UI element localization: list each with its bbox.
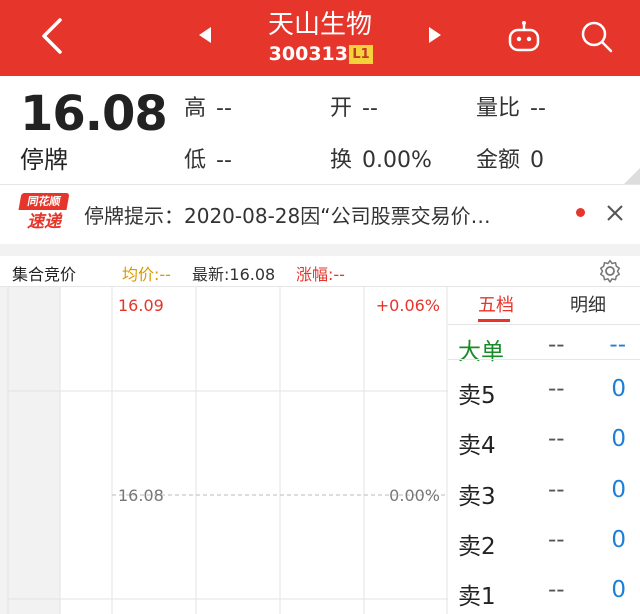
high-value: -- [216, 96, 232, 121]
row-volume: 0 [611, 527, 626, 553]
search-icon[interactable] [580, 20, 614, 54]
volume-ratio-field: 量比 -- [476, 90, 546, 122]
row-volume: 0 [611, 376, 626, 402]
latest-price: 最新:16.08 [192, 265, 276, 284]
trading-status: 停牌 [20, 146, 68, 174]
ask-5-row: 卖5 -- 0 [448, 366, 640, 416]
row-label: 大单 [458, 339, 504, 365]
auction-mode: 集合竞价 [12, 265, 77, 284]
ask-4-row: 卖4 -- 0 [448, 416, 640, 466]
open-label: 开 [330, 96, 353, 121]
turnover-label: 换 [330, 148, 353, 173]
row-price: -- [548, 527, 565, 553]
row-price: -- [548, 426, 565, 452]
title-bar: 天山生物 300313 L1 [0, 0, 640, 76]
amount-label: 金额 [476, 148, 521, 173]
row-label: 卖2 [458, 534, 496, 560]
row-volume: -- [609, 332, 626, 358]
chart-grid [7, 287, 448, 614]
tab-detail[interactable]: 明细 [570, 291, 606, 317]
axis-mid-price: 16.08 [118, 486, 164, 505]
unread-dot-icon [576, 208, 585, 217]
notice-text[interactable]: 停牌提示：2020-08-28因“公司股票交易价… [84, 200, 574, 229]
next-stock-icon[interactable] [429, 27, 441, 43]
level-badge: L1 [349, 45, 373, 64]
tab-five-levels[interactable]: 五档 [478, 291, 514, 317]
axis-top-price: 16.09 [118, 296, 164, 315]
expand-corner-icon[interactable] [624, 168, 640, 184]
close-icon[interactable] [606, 204, 624, 222]
row-volume: 0 [611, 426, 626, 452]
row-price: -- [548, 332, 565, 358]
divider [448, 359, 640, 360]
low-value: -- [216, 148, 232, 173]
row-volume: 0 [611, 477, 626, 503]
amount-field: 金额 0 [476, 142, 544, 174]
open-field: 开 -- [330, 90, 378, 122]
high-label: 高 [184, 96, 207, 121]
ask-3-row: 卖3 -- 0 [448, 467, 640, 517]
news-logo: 同花顺 速递 [18, 193, 70, 235]
axis-top-percent: +0.06% [376, 296, 440, 315]
stock-name: 天山生物 [267, 10, 372, 40]
auction-area [0, 287, 60, 614]
row-price: -- [548, 477, 565, 503]
previous-stock-icon[interactable] [199, 27, 211, 43]
stock-code: 300313 [268, 43, 348, 65]
row-label: 卖1 [458, 584, 496, 610]
quote-panel: 16.08 停牌 高 -- 开 -- 量比 -- 低 -- 换 0.00% 金额 0 [0, 76, 640, 184]
current-price: 16.08 [20, 86, 168, 142]
row-price: -- [548, 376, 565, 402]
big-order-row: 大单 -- -- [448, 322, 640, 372]
suspension-notice[interactable]: 同花顺 速递 停牌提示：2020-08-28因“公司股票交易价… [0, 184, 640, 244]
turnover-value: 0.00% [362, 148, 432, 173]
volume-ratio-value: -- [530, 96, 546, 121]
turnover-field: 换 0.00% [330, 142, 432, 174]
low-field: 低 -- [184, 142, 232, 174]
logo-bottom-text: 速递 [27, 212, 61, 232]
low-label: 低 [184, 148, 207, 173]
robot-assistant-icon[interactable] [506, 20, 542, 54]
ask-2-row: 卖2 -- 0 [448, 517, 640, 567]
high-field: 高 -- [184, 90, 232, 122]
auction-info-bar: 集合竞价 均价:-- 最新:16.08 涨幅:-- [0, 256, 640, 286]
change-percent: 涨幅:-- [296, 265, 345, 284]
row-price: -- [548, 577, 565, 603]
open-value: -- [362, 96, 378, 121]
logo-top-text: 同花顺 [18, 193, 70, 210]
gear-icon[interactable] [598, 259, 622, 283]
orderbook-tabs: 五档 明细 [448, 287, 640, 325]
amount-value: 0 [530, 148, 545, 173]
intraday-chart[interactable]: 16.09 +0.06% 16.08 0.00% [0, 287, 448, 614]
average-price: 均价:-- [122, 265, 171, 284]
row-label: 卖5 [458, 383, 496, 409]
row-label: 卖3 [458, 484, 496, 510]
back-arrow-icon[interactable] [38, 16, 66, 56]
row-volume: 0 [611, 577, 626, 603]
ask-1-row: 卖1 -- 0 [448, 567, 640, 614]
axis-mid-percent: 0.00% [389, 486, 440, 505]
row-label: 卖4 [458, 433, 496, 459]
volume-ratio-label: 量比 [476, 96, 521, 121]
section-gap [0, 244, 640, 256]
